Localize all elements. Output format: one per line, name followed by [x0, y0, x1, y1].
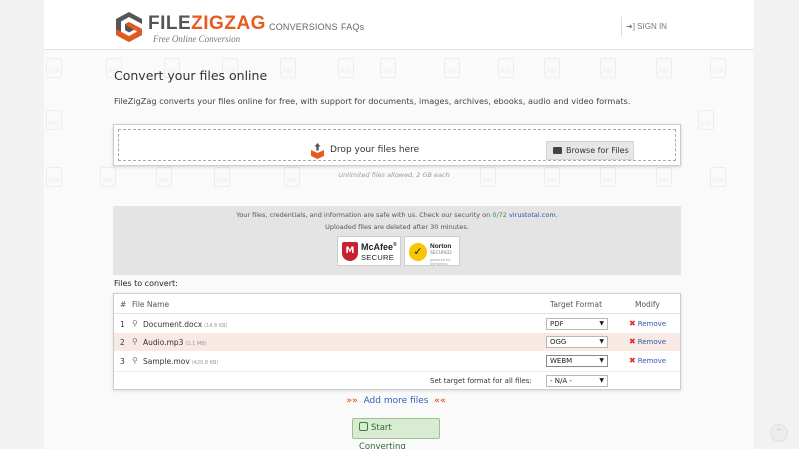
brand-tagline: Free Online Conversion — [153, 34, 241, 44]
remove-x-icon: ✖ — [629, 319, 636, 328]
table-row: 2 ⚲ Audio.mp3 (1.1 MB) OGG ▼ ✖ Remove — [114, 333, 680, 351]
target-format-select[interactable]: PDF ▼ — [546, 318, 608, 330]
sign-in-icon: ➜] — [626, 22, 635, 31]
file-name: Audio.mp3 (1.1 MB) — [143, 338, 207, 347]
box-upload-icon — [311, 143, 324, 159]
chevrons-left-icon: «« — [434, 396, 446, 406]
brand-name[interactable]: FILEZIGZAG — [148, 13, 266, 35]
norton-check-icon: ✓ — [409, 243, 427, 261]
deletion-note: Uploaded files are deleted after 30 minu… — [325, 223, 469, 231]
file-drop-zone[interactable]: Drop your files here Browse for Files — [113, 124, 681, 166]
all-formats-select[interactable]: - N/A - ▼ — [546, 375, 608, 387]
col-modify: Modify — [635, 300, 660, 309]
mcafee-secure-badge[interactable]: M McAfee® SECURE — [337, 236, 401, 266]
dropdown-arrow-icon: ▼ — [599, 377, 604, 384]
page: PDF PDF PDF PDF PDF PDF PDF PDF PDF PDF PDF PDF PDF … — [44, 0, 754, 449]
virustotal-score[interactable]: 0/72 — [492, 211, 507, 219]
set-all-formats-label: Set target format for all files: — [430, 377, 532, 385]
files-table: # File Name Target Format Modify 1 ⚲ Doc… — [113, 293, 681, 390]
remove-file-button[interactable]: ✖ Remove — [629, 337, 666, 346]
mcafee-shield-icon: M — [342, 242, 358, 261]
col-number: # — [120, 300, 127, 309]
dropdown-arrow-icon: ▼ — [599, 320, 604, 327]
files-table-header: # File Name Target Format Modify — [114, 294, 680, 314]
drop-zone-label: Drop your files here — [330, 145, 420, 155]
file-name: Document.docx (14.8 KB) — [143, 320, 228, 329]
security-panel: Your files, credentials, and information… — [113, 206, 681, 275]
remove-x-icon: ✖ — [629, 337, 636, 346]
dropdown-arrow-icon: ▼ — [599, 338, 604, 345]
norton-secured-badge[interactable]: ✓ Norton SECURED powered by Symantec — [404, 236, 460, 266]
browse-files-label: Browse for Files — [566, 146, 629, 155]
page-title: Convert your files online — [114, 68, 268, 83]
security-note: Your files, credentials, and information… — [236, 211, 558, 219]
add-more-files-link[interactable]: »» Add more files «« — [44, 396, 754, 406]
table-row: 1 ⚲ Document.docx (14.8 KB) PDF ▼ ✖ Remove — [120, 318, 667, 330]
paperclip-icon: ⚲ — [132, 319, 138, 328]
col-file-name: File Name — [132, 300, 170, 309]
remove-file-button[interactable]: ✖ Remove — [629, 356, 666, 365]
dropdown-arrow-icon: ▼ — [599, 357, 604, 364]
virustotal-link[interactable]: virustotal.com — [509, 211, 556, 219]
start-converting-button[interactable]: Start Converting — [352, 418, 440, 449]
paperclip-icon: ⚲ — [132, 337, 138, 346]
col-target-format: Target Format — [550, 300, 603, 309]
folder-icon — [553, 147, 562, 154]
convert-icon — [359, 422, 368, 431]
site-header: FILEZIGZAG Free Online Conversion CONVER… — [44, 0, 754, 50]
files-to-convert-heading: Files to convert: — [114, 279, 178, 288]
table-row: 3 ⚲ Sample.mov (420.8 KB) WEBM ▼ ✖ Remove — [120, 355, 667, 367]
scroll-top-icon[interactable]: ⌃ — [770, 424, 788, 442]
paperclip-icon: ⚲ — [132, 356, 138, 365]
nav-conversions[interactable]: CONVERSIONS — [269, 22, 338, 32]
nav-faqs[interactable]: FAQs — [341, 22, 364, 32]
drop-zone-border: Drop your files here Browse for Files — [118, 129, 676, 161]
intro-text: FileZigZag converts your files online fo… — [114, 96, 631, 106]
file-name: Sample.mov (420.8 KB) — [143, 357, 219, 366]
remove-x-icon: ✖ — [629, 356, 636, 365]
remove-file-button[interactable]: ✖ Remove — [629, 319, 666, 328]
browse-files-button[interactable]: Browse for Files — [546, 141, 634, 160]
target-format-select[interactable]: WEBM ▼ — [546, 355, 608, 367]
filezigzag-logo-icon[interactable] — [114, 10, 144, 44]
target-format-select[interactable]: OGG ▼ — [546, 336, 608, 348]
file-limit-note: Unlimited files allowed, 2 GB each — [338, 171, 450, 179]
chevrons-right-icon: »» — [346, 396, 358, 406]
set-all-formats-row: Set target format for all files: - N/A -… — [114, 371, 680, 389]
sign-in-link[interactable]: ➜] SIGN IN — [621, 17, 667, 37]
sign-in-label: SIGN IN — [637, 22, 667, 31]
